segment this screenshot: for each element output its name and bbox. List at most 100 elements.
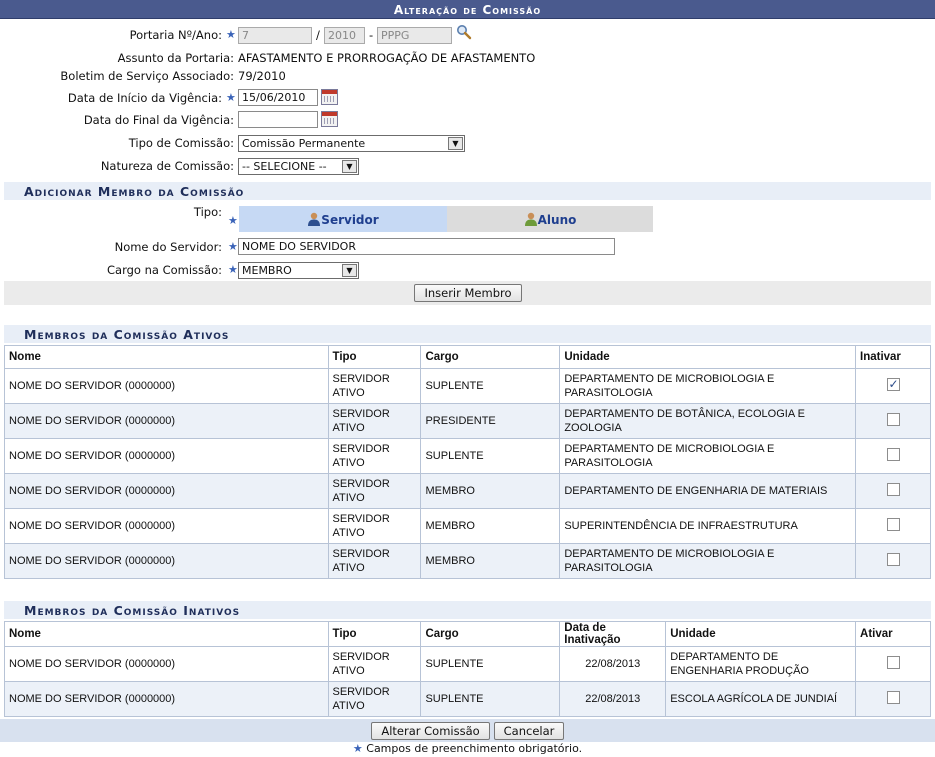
cell-nome: NOME DO SERVIDOR (0000000)	[4, 368, 329, 404]
table-row: NOME DO SERVIDOR (0000000) SERVIDOR ATIV…	[4, 646, 931, 682]
cell-cargo: PRESIDENTE	[420, 403, 561, 439]
inicio-label: Data de Início da Vigência:	[67, 91, 222, 105]
table-row: NOME DO SERVIDOR (0000000) SERVIDOR ATIV…	[4, 473, 931, 509]
required-star-icon: ★	[228, 240, 238, 253]
cell-nome: NOME DO SERVIDOR (0000000)	[4, 646, 329, 682]
natureza-value: -- SELECIONE --	[242, 160, 327, 173]
required-star-icon: ★	[228, 263, 238, 276]
cell-cargo: SUPLENTE	[420, 368, 561, 404]
inativar-checkbox[interactable]	[886, 482, 900, 496]
chevron-down-icon: ▼	[448, 137, 463, 150]
col-cargo: Cargo	[420, 621, 561, 647]
cell-nome: NOME DO SERVIDOR (0000000)	[4, 403, 329, 439]
tab-servidor-label: Servidor	[321, 213, 379, 227]
alterar-comissao-button[interactable]: Alterar Comissão	[371, 722, 490, 740]
tab-aluno[interactable]: Aluno	[447, 206, 653, 232]
portaria-separator: /	[316, 28, 320, 42]
cell-tipo: SERVIDOR ATIVO	[327, 438, 422, 474]
nome-servidor-label: Nome do Servidor:	[114, 240, 222, 254]
required-star-icon: ★	[226, 91, 236, 104]
natureza-select[interactable]: -- SELECIONE -- ▼	[238, 158, 359, 175]
cargo-value: MEMBRO	[242, 264, 292, 277]
inicio-date-field[interactable]: 15/06/2010	[238, 89, 318, 106]
cell-tipo: SERVIDOR ATIVO	[327, 543, 422, 579]
tipo-comissao-value: Comissão Permanente	[242, 137, 366, 150]
cell-unidade: DEPARTAMENTO DE MICROBIOLOGIA E PARASITO…	[559, 438, 856, 474]
required-star-icon: ★	[352, 742, 363, 755]
tipo-label: Tipo:	[193, 205, 222, 219]
tipo-comissao-select[interactable]: Comissão Permanente ▼	[238, 135, 465, 152]
cell-cargo: SUPLENTE	[420, 681, 561, 717]
cell-data: 22/08/2013	[559, 646, 667, 682]
page-title: Alteração de Comissão	[0, 0, 935, 19]
cell-nome: NOME DO SERVIDOR (0000000)	[4, 543, 329, 579]
col-ativar: Ativar	[855, 621, 931, 647]
assunto-value: AFASTAMENTO E PRORROGAÇÃO DE AFASTAMENTO	[238, 51, 536, 65]
col-cargo: Cargo	[420, 345, 561, 369]
search-icon[interactable]	[456, 24, 472, 40]
cargo-select[interactable]: MEMBRO ▼	[238, 262, 359, 279]
portaria-label: Portaria Nº/Ano:	[129, 28, 222, 42]
ativar-checkbox[interactable]	[886, 690, 900, 704]
cell-data: 22/08/2013	[559, 681, 667, 717]
cell-cargo: MEMBRO	[420, 543, 561, 579]
calendar-icon[interactable]	[321, 111, 338, 127]
final-label: Data do Final da Vigência:	[83, 113, 234, 127]
required-note: ★ Campos de preenchimento obrigatório.	[0, 742, 935, 755]
cell-unidade: ESCOLA AGRÍCOLA DE JUNDIAÍ	[665, 681, 857, 717]
final-date-field[interactable]	[238, 111, 318, 128]
chevron-down-icon: ▼	[342, 160, 357, 173]
cell-unidade: DEPARTAMENTO DE ENGENHARIA PRODUÇÃO	[665, 646, 857, 682]
table-row: NOME DO SERVIDOR (0000000) SERVIDOR ATIV…	[4, 403, 931, 439]
chevron-down-icon: ▼	[342, 264, 357, 277]
cell-nome: NOME DO SERVIDOR (0000000)	[4, 438, 329, 474]
cell-tipo: SERVIDOR ATIVO	[327, 508, 422, 544]
table-row: NOME DO SERVIDOR (0000000) SERVIDOR ATIV…	[4, 543, 931, 579]
cell-unidade: DEPARTAMENTO DE MICROBIOLOGIA E PARASITO…	[559, 543, 856, 579]
col-data-inativacao: Data de Inativação	[559, 621, 667, 647]
inativar-checkbox[interactable]	[886, 412, 900, 426]
user-icon	[307, 208, 321, 226]
col-nome: Nome	[4, 621, 329, 647]
required-star-icon: ★	[228, 214, 238, 227]
active-members-table: Nome Tipo Cargo Unidade Inativar NOME DO…	[4, 345, 931, 579]
cell-tipo: SERVIDOR ATIVO	[327, 473, 422, 509]
cargo-label: Cargo na Comissão:	[107, 263, 222, 277]
cell-cargo: MEMBRO	[420, 508, 561, 544]
add-member-header: Adicionar Membro da Comissão	[4, 182, 931, 200]
calendar-icon[interactable]	[321, 89, 338, 105]
portaria-sigla-field[interactable]: PPPG	[377, 27, 452, 44]
natureza-label: Natureza de Comissão:	[100, 159, 234, 173]
cancelar-button[interactable]: Cancelar	[494, 722, 564, 740]
cell-cargo: SUPLENTE	[420, 438, 561, 474]
assunto-label: Assunto da Portaria:	[117, 51, 234, 65]
required-note-text: Campos de preenchimento obrigatório.	[366, 742, 583, 755]
boletim-value: 79/2010	[238, 69, 286, 83]
col-nome: Nome	[4, 345, 329, 369]
cell-nome: NOME DO SERVIDOR (0000000)	[4, 681, 329, 717]
portaria-year-field[interactable]: 2010	[324, 27, 365, 44]
inativar-checkbox[interactable]	[886, 517, 900, 531]
cell-tipo: SERVIDOR ATIVO	[327, 368, 422, 404]
cell-cargo: MEMBRO	[420, 473, 561, 509]
tab-aluno-label: Aluno	[537, 213, 577, 227]
student-icon	[524, 208, 538, 226]
cell-unidade: DEPARTAMENTO DE ENGENHARIA DE MATERIAIS	[559, 473, 856, 509]
insert-member-button[interactable]: Inserir Membro	[414, 284, 522, 302]
inativar-checkbox[interactable]	[886, 552, 900, 566]
nome-servidor-input[interactable]: NOME DO SERVIDOR	[238, 238, 615, 255]
portaria-number-field[interactable]: 7	[238, 27, 312, 44]
cell-cargo: SUPLENTE	[420, 646, 561, 682]
ativar-checkbox[interactable]	[886, 655, 900, 669]
cell-unidade: DEPARTAMENTO DE BOTÂNICA, ECOLOGIA E ZOO…	[559, 403, 856, 439]
tipo-comissao-label: Tipo de Comissão:	[128, 136, 234, 150]
portaria-dash: -	[369, 28, 374, 42]
col-tipo: Tipo	[327, 345, 422, 369]
tab-servidor[interactable]: Servidor	[239, 206, 447, 232]
col-unidade: Unidade	[559, 345, 856, 369]
cell-nome: NOME DO SERVIDOR (0000000)	[4, 508, 329, 544]
active-members-header: Membros da Comissão Ativos	[4, 325, 931, 343]
inativar-checkbox[interactable]	[886, 377, 900, 391]
col-inativar: Inativar	[855, 345, 931, 369]
inativar-checkbox[interactable]	[886, 447, 900, 461]
